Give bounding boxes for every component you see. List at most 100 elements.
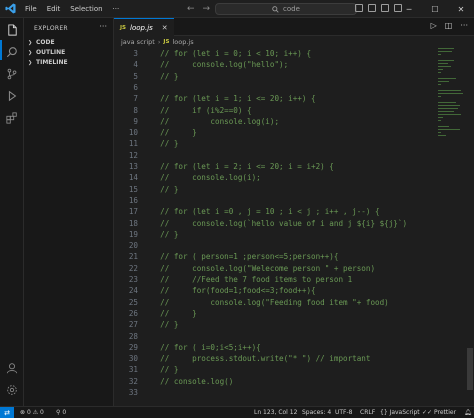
- code-line[interactable]: 3 // for (let i = 0; i < 10; i++) {: [114, 48, 434, 59]
- ports-status[interactable]: ⚲ 0: [56, 407, 66, 418]
- minimap-line: [438, 105, 461, 106]
- code-text: // console.log("Welecome person " + pers…: [151, 263, 376, 273]
- code-line[interactable]: 20: [114, 240, 434, 251]
- code-line[interactable]: 14 // console.log(i);: [114, 172, 434, 183]
- remote-indicator-icon[interactable]: ⇄: [0, 406, 14, 418]
- maximize-icon[interactable]: ☐: [422, 5, 448, 14]
- code-text: // for ( i=0;i<5;i++){: [151, 342, 261, 352]
- language-mode[interactable]: {} JavaScript: [380, 407, 420, 418]
- code-line[interactable]: 4 // console.log("hello");: [114, 59, 434, 70]
- code-line[interactable]: 28: [114, 331, 434, 342]
- toggle-sidebar-icon[interactable]: [355, 4, 363, 12]
- sidebar-section-outline[interactable]: ❯ OUTLINE: [28, 49, 65, 56]
- manage-gear-icon[interactable]: [4, 382, 20, 398]
- close-icon[interactable]: ✕: [448, 5, 474, 14]
- close-tab-icon[interactable]: ✕: [162, 24, 168, 32]
- code-line[interactable]: 16: [114, 195, 434, 206]
- split-editor-icon[interactable]: ◫: [445, 21, 453, 30]
- code-text: // for (let i = 0; i < 10; i++) {: [151, 49, 312, 58]
- back-arrow-icon[interactable]: ←: [187, 3, 195, 15]
- code-line[interactable]: 15 // }: [114, 184, 434, 195]
- code-line[interactable]: 10 // }: [114, 127, 434, 138]
- code-line[interactable]: 7 // for (let i = 1; i <= 20; i++) {: [114, 93, 434, 104]
- code-line[interactable]: 19 // }: [114, 229, 434, 240]
- ports-icon: ⚲: [56, 409, 61, 416]
- indentation[interactable]: Spaces: 4: [302, 407, 331, 418]
- menu-selection[interactable]: Selection: [65, 0, 107, 18]
- minimap-line: [438, 93, 464, 94]
- code-line[interactable]: 18 // console.log(`hello value of i and …: [114, 218, 434, 229]
- code-editor[interactable]: 3 // for (let i = 0; i < 10; i++) {4 // …: [114, 48, 434, 397]
- code-line[interactable]: 5 // }: [114, 71, 434, 82]
- forward-arrow-icon[interactable]: →: [203, 3, 211, 15]
- line-number: 27: [128, 320, 138, 330]
- line-number: 9: [133, 116, 138, 126]
- account-icon[interactable]: [4, 360, 20, 376]
- run-icon[interactable]: ▷: [431, 21, 437, 30]
- line-number: 14: [128, 173, 138, 183]
- code-line[interactable]: 22 // console.log("Welecome person " + p…: [114, 263, 434, 274]
- minimap-line: [438, 84, 441, 85]
- encoding[interactable]: UTF-8: [335, 407, 353, 418]
- code-line[interactable]: 13 // for (let i = 2; i <= 20; i = i+2) …: [114, 161, 434, 172]
- menu-more[interactable]: ···: [108, 0, 125, 18]
- explorer-sidebar: EXPLORER ··· ❯ CODE ❯ OUTLINE ❯ TIMELINE: [24, 18, 114, 406]
- code-line[interactable]: 11 // }: [114, 138, 434, 149]
- code-line[interactable]: 17 // for (let i =0 , j = 10 ; i < j ; i…: [114, 206, 434, 217]
- code-line[interactable]: 21 // for ( person=1 ;person<=5;person++…: [114, 251, 434, 262]
- code-line[interactable]: 33: [114, 387, 434, 398]
- code-line[interactable]: 12: [114, 150, 434, 161]
- code-line[interactable]: 23 // //Feed the 7 food items to person …: [114, 274, 434, 285]
- code-line[interactable]: 24 // for(food=1;food<=3;food++){: [114, 285, 434, 296]
- code-line[interactable]: 31 // }: [114, 364, 434, 375]
- code-line[interactable]: 9 // console.log(i);: [114, 116, 434, 127]
- code-line[interactable]: 30 // process.stdout.write("* ") // impo…: [114, 353, 434, 364]
- line-ending[interactable]: CRLF: [360, 407, 375, 418]
- js-file-icon: JS: [120, 24, 127, 31]
- extensions-icon[interactable]: [4, 110, 20, 126]
- line-number: 25: [128, 297, 138, 307]
- code-line[interactable]: 25 // console.log("Feeding food item "+ …: [114, 297, 434, 308]
- toggle-secondary-sidebar-icon[interactable]: [381, 4, 389, 12]
- code-line[interactable]: 27 // }: [114, 319, 434, 330]
- toggle-panel-icon[interactable]: [368, 4, 376, 12]
- code-text: // }: [151, 308, 197, 318]
- section-label: CODE: [36, 39, 55, 46]
- command-center-search[interactable]: code: [215, 3, 357, 15]
- menu-edit[interactable]: Edit: [42, 0, 66, 18]
- breadcrumb-folder[interactable]: java script: [121, 38, 155, 46]
- error-icon: ⊗: [20, 409, 26, 416]
- minimap-line: [438, 117, 443, 118]
- sidebar-section-code[interactable]: ❯ CODE: [28, 39, 55, 46]
- line-number: 4: [133, 60, 138, 70]
- js-file-icon: JS: [163, 39, 170, 45]
- notifications-bell-icon[interactable]: 🔔︎: [464, 407, 472, 418]
- search-icon[interactable]: [4, 44, 20, 60]
- menu-file[interactable]: File: [20, 0, 42, 18]
- prettier-status[interactable]: ✓✓ Prettier: [422, 407, 456, 418]
- breadcrumb-file[interactable]: loop.js: [172, 38, 193, 46]
- code-line[interactable]: 6: [114, 82, 434, 93]
- minimize-icon[interactable]: ─: [396, 5, 422, 14]
- more-actions-icon[interactable]: ···: [99, 22, 107, 31]
- minimap[interactable]: [436, 48, 466, 158]
- code-line[interactable]: 26 // }: [114, 308, 434, 319]
- source-control-icon[interactable]: [4, 66, 20, 82]
- code-line[interactable]: 8 // if (i%2==0) {: [114, 105, 434, 116]
- explorer-icon[interactable]: [4, 22, 20, 38]
- scrollbar-thumb[interactable]: [467, 348, 473, 390]
- run-debug-icon[interactable]: [4, 88, 20, 104]
- more-actions-icon[interactable]: ···: [460, 21, 468, 30]
- code-line[interactable]: 29 // for ( i=0;i<5;i++){: [114, 342, 434, 353]
- sidebar-title: EXPLORER: [34, 25, 68, 32]
- minimap-line: [438, 78, 456, 79]
- editor-scrollbar[interactable]: [466, 48, 474, 390]
- sidebar-section-timeline[interactable]: ❯ TIMELINE: [28, 59, 68, 66]
- line-number: 31: [128, 365, 138, 375]
- vscode-logo-icon: [0, 0, 20, 18]
- chevron-right-icon: ›: [157, 38, 161, 46]
- errors-status[interactable]: ⊗ 0 ⚠ 0: [20, 407, 44, 418]
- code-line[interactable]: 32 // console.log(): [114, 376, 434, 387]
- tab-loop-js[interactable]: JS loop.js ✕: [114, 18, 174, 36]
- cursor-position[interactable]: Ln 123, Col 12: [254, 407, 297, 418]
